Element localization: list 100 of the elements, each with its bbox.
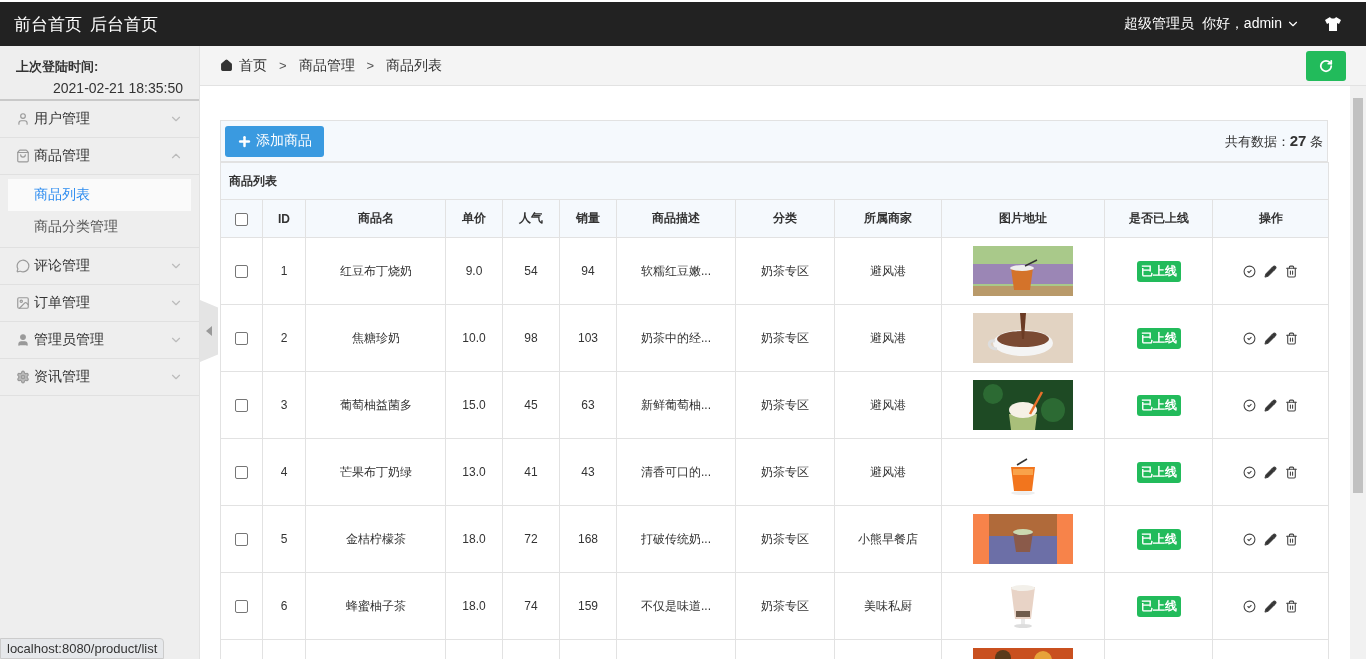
edit-icon[interactable] <box>1264 532 1278 546</box>
menu-item[interactable]: 资讯管理 <box>0 359 199 396</box>
table-cell: 避风港 <box>834 304 942 372</box>
table-cell: 新鲜葡萄柚... <box>616 371 736 439</box>
table-cell: 9.0 <box>445 237 503 305</box>
delete-icon[interactable] <box>1285 532 1299 546</box>
edit-icon[interactable] <box>1264 398 1278 412</box>
table-cell: 红豆布丁烧奶 <box>305 237 446 305</box>
record-count: 共有数据：27 条 <box>1224 131 1323 151</box>
refresh-icon <box>1319 58 1333 73</box>
bag-icon <box>16 149 30 163</box>
check-icon[interactable] <box>1243 599 1257 613</box>
table-cell: 41 <box>502 438 560 506</box>
table-cell: 奶茶中的经... <box>616 304 736 372</box>
table-cell: 蜂蜜柚子茶 <box>305 572 446 640</box>
menu-item[interactable]: 订单管理 <box>0 285 199 322</box>
check-icon[interactable] <box>1243 264 1257 278</box>
table-cell: 奶茶专区 <box>735 237 835 305</box>
table-cell: 美味私厨 <box>834 572 942 640</box>
table-cell: 奶茶专区 <box>735 438 835 506</box>
menu-item[interactable]: 用户管理 <box>0 101 199 138</box>
delete-icon[interactable] <box>1285 331 1299 345</box>
edit-icon[interactable] <box>1264 465 1278 479</box>
table-cell: 葡萄柚益菌多 <box>305 371 446 439</box>
role-label: 超级管理员 <box>1123 15 1194 33</box>
breadcrumb-separator: > <box>279 58 287 73</box>
home-icon <box>220 59 233 72</box>
last-login-time: 2021-02-21 18:35:50 <box>53 80 183 96</box>
gear-icon <box>16 370 30 384</box>
table-cell: 焦糖珍奶 <box>305 304 446 372</box>
table-cell: 不仅是味道... <box>616 572 736 640</box>
table-cell: 13.0 <box>445 438 503 506</box>
table-cell: 奶茶专区 <box>735 572 835 640</box>
table-cell: 清香可口的... <box>616 438 736 506</box>
breadcrumb-link[interactable]: 商品管理 <box>298 56 355 75</box>
status-badge: 已上线 <box>1136 461 1181 483</box>
check-icon[interactable] <box>1243 465 1257 479</box>
table-cell: 1 <box>262 237 306 305</box>
breadcrumb-link[interactable]: 首页 <box>239 56 267 75</box>
row-checkbox[interactable] <box>235 466 248 480</box>
row-checkbox[interactable] <box>235 399 248 413</box>
collapse-handle[interactable] <box>200 300 218 362</box>
shirt-icon[interactable] <box>1324 16 1342 32</box>
status-url: localhost:8080/product/list <box>0 638 165 659</box>
table-cell: 避风港 <box>834 371 942 439</box>
table-cell: 6 <box>262 572 306 640</box>
header-link[interactable]: 后台首页 <box>90 12 158 36</box>
breadcrumb-link[interactable]: 商品列表 <box>386 56 443 75</box>
check-icon[interactable] <box>1243 331 1257 345</box>
delete-icon[interactable] <box>1285 599 1299 613</box>
table-cell: 43 <box>559 438 617 506</box>
user-menu[interactable]: 你好，admin <box>1201 15 1300 33</box>
table-cell: 159 <box>559 572 617 640</box>
table-cell: 奶茶专区 <box>735 304 835 372</box>
submenu-item[interactable]: 商品分类管理 <box>8 211 191 243</box>
column-header: 商品描述 <box>616 199 736 238</box>
column-header: ID <box>262 199 306 238</box>
menu-item[interactable]: 评论管理 <box>0 248 199 285</box>
status-badge: 已上线 <box>1136 327 1181 349</box>
scrollbar[interactable] <box>1350 86 1366 659</box>
row-checkbox[interactable] <box>235 533 248 547</box>
column-header: 图片地址 <box>941 199 1105 238</box>
table-cell: 10.0 <box>445 304 503 372</box>
table-cell: 芒果布丁奶绿 <box>305 438 446 506</box>
select-all-checkbox[interactable] <box>235 212 248 226</box>
table-cell: 避风港 <box>834 237 942 305</box>
delete-icon[interactable] <box>1285 465 1299 479</box>
table-title: 商品列表 <box>220 162 1329 200</box>
edit-icon[interactable] <box>1264 264 1278 278</box>
table-cell: 奶茶专区 <box>735 371 835 439</box>
edit-icon[interactable] <box>1264 331 1278 345</box>
table-cell: 168 <box>559 505 617 573</box>
table-cell: 3 <box>262 371 306 439</box>
status-badge: 已上线 <box>1136 528 1181 550</box>
menu-item[interactable]: 管理员管理 <box>0 322 199 359</box>
column-header: 操作 <box>1212 199 1329 238</box>
check-icon[interactable] <box>1243 398 1257 412</box>
header-link[interactable]: 前台首页 <box>14 12 82 36</box>
table-cell: 18.0 <box>445 572 503 640</box>
table-cell: 18.0 <box>445 505 503 573</box>
status-badge: 已上线 <box>1136 595 1181 617</box>
edit-icon[interactable] <box>1264 599 1278 613</box>
column-header: 分类 <box>735 199 835 238</box>
status-badge: 已上线 <box>1136 394 1181 416</box>
row-checkbox[interactable] <box>235 332 248 346</box>
row-checkbox[interactable] <box>235 265 248 279</box>
delete-icon[interactable] <box>1285 264 1299 278</box>
table-cell: 打破传统奶... <box>616 505 736 573</box>
user-icon <box>16 112 30 126</box>
plus-icon <box>237 133 252 149</box>
image-icon <box>16 296 30 310</box>
delete-icon[interactable] <box>1285 398 1299 412</box>
row-checkbox[interactable] <box>235 600 248 614</box>
menu-item[interactable]: 商品管理 <box>0 138 199 175</box>
person-icon <box>16 333 30 347</box>
check-icon[interactable] <box>1243 532 1257 546</box>
table-cell: 4 <box>262 438 306 506</box>
table-cell: 避风港 <box>834 438 942 506</box>
table-cell: 小熊早餐店 <box>834 505 942 573</box>
table-cell: 63 <box>559 371 617 439</box>
